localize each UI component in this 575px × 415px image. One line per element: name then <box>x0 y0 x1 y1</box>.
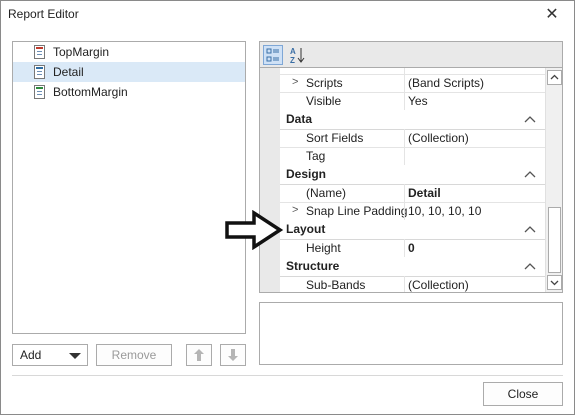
outline-arrow-right-icon <box>225 210 284 250</box>
band-label: TopMargin <box>53 45 110 59</box>
property-value[interactable]: (Band Scripts) <box>408 76 484 90</box>
remove-button[interactable]: Remove <box>96 344 172 366</box>
property-name: Tag <box>306 149 326 163</box>
arrow-down-icon <box>228 349 238 361</box>
move-up-button[interactable] <box>186 344 212 366</box>
property-value[interactable]: (Collection) <box>408 131 469 145</box>
scroll-up-button[interactable] <box>547 70 562 85</box>
band-icon <box>34 85 45 99</box>
chevron-up-icon <box>550 74 559 80</box>
band-label: BottomMargin <box>53 85 128 99</box>
band-item[interactable]: TopMargin <box>13 42 245 62</box>
category-header[interactable]: Structure <box>260 257 545 277</box>
property-value[interactable]: Detail <box>408 186 441 200</box>
chevron-down-icon <box>69 353 81 359</box>
band-icon <box>34 45 45 59</box>
band-icon <box>34 65 45 79</box>
property-row[interactable]: (Name) Detail <box>260 184 545 203</box>
chevron-up-icon[interactable] <box>523 113 537 125</box>
property-description-panel <box>259 302 563 365</box>
chevron-down-icon <box>550 280 559 286</box>
svg-text:A: A <box>290 47 296 56</box>
property-value[interactable]: 10, 10, 10, 10 <box>408 204 481 218</box>
property-value[interactable]: 0 <box>408 241 415 255</box>
category-header[interactable]: Layout <box>260 220 545 240</box>
move-down-button[interactable] <box>220 344 246 366</box>
arrow-up-icon <box>194 349 204 361</box>
category-header[interactable]: Design <box>260 165 545 185</box>
property-row[interactable]: > Snap Line Padding 10, 10, 10, 10 <box>260 202 545 221</box>
property-row[interactable]: Sort Fields (Collection) <box>260 129 545 148</box>
property-value[interactable]: Yes <box>408 94 428 108</box>
property-name: Snap Line Padding <box>306 204 408 218</box>
property-grid-toolbar: A Z <box>259 41 563 67</box>
category-label: Design <box>286 167 327 181</box>
category-header[interactable]: Data <box>260 110 545 130</box>
footer-divider <box>12 375 563 376</box>
property-row[interactable]: > Scripts (Band Scripts) <box>260 74 545 93</box>
chevron-up-icon[interactable] <box>523 168 537 180</box>
property-name: Sub-Bands <box>306 278 366 292</box>
chevron-up-icon[interactable] <box>523 223 537 235</box>
chevron-up-icon[interactable] <box>523 260 537 272</box>
property-name: Visible <box>306 94 342 108</box>
chevron-right-icon[interactable]: > <box>292 76 298 88</box>
property-row[interactable]: Sub-Bands (Collection) <box>260 276 545 292</box>
category-label: Layout <box>286 222 326 236</box>
add-dropdown[interactable]: Add <box>12 344 88 366</box>
property-row[interactable]: Tag <box>260 147 545 166</box>
property-grid: > Scripts (Band Scripts) Visible Yes Data Sort… <box>259 67 563 293</box>
alphabetical-sort-icon[interactable]: A Z <box>287 45 307 65</box>
property-name: Height <box>306 241 341 255</box>
band-label: Detail <box>53 65 84 79</box>
property-grid-rows: > Scripts (Band Scripts) Visible Yes Data Sort… <box>260 68 545 292</box>
property-name: Scripts <box>306 76 343 90</box>
categorized-view-icon[interactable] <box>263 45 283 65</box>
close-icon[interactable]: ✕ <box>541 5 563 25</box>
property-value[interactable]: (Collection) <box>408 278 469 292</box>
category-label: Data <box>286 112 313 126</box>
scrollbar-thumb[interactable] <box>548 207 561 273</box>
property-row[interactable]: Visible Yes <box>260 92 545 111</box>
band-item[interactable]: Detail <box>13 62 245 82</box>
window-title: Report Editor <box>8 7 79 21</box>
close-button[interactable]: Close <box>483 382 563 406</box>
add-dropdown-label: Add <box>20 348 42 362</box>
chevron-right-icon[interactable]: > <box>292 204 298 216</box>
property-row[interactable]: Height 0 <box>260 239 545 258</box>
category-label: Structure <box>286 259 340 273</box>
band-list[interactable]: TopMargin Detail BottomMargin <box>12 41 246 334</box>
svg-text:Z: Z <box>290 56 295 64</box>
property-name: Sort Fields <box>306 131 364 145</box>
scroll-down-button[interactable] <box>547 275 562 290</box>
vertical-scrollbar[interactable] <box>545 68 562 292</box>
property-name: (Name) <box>306 186 347 200</box>
band-item[interactable]: BottomMargin <box>13 82 245 102</box>
